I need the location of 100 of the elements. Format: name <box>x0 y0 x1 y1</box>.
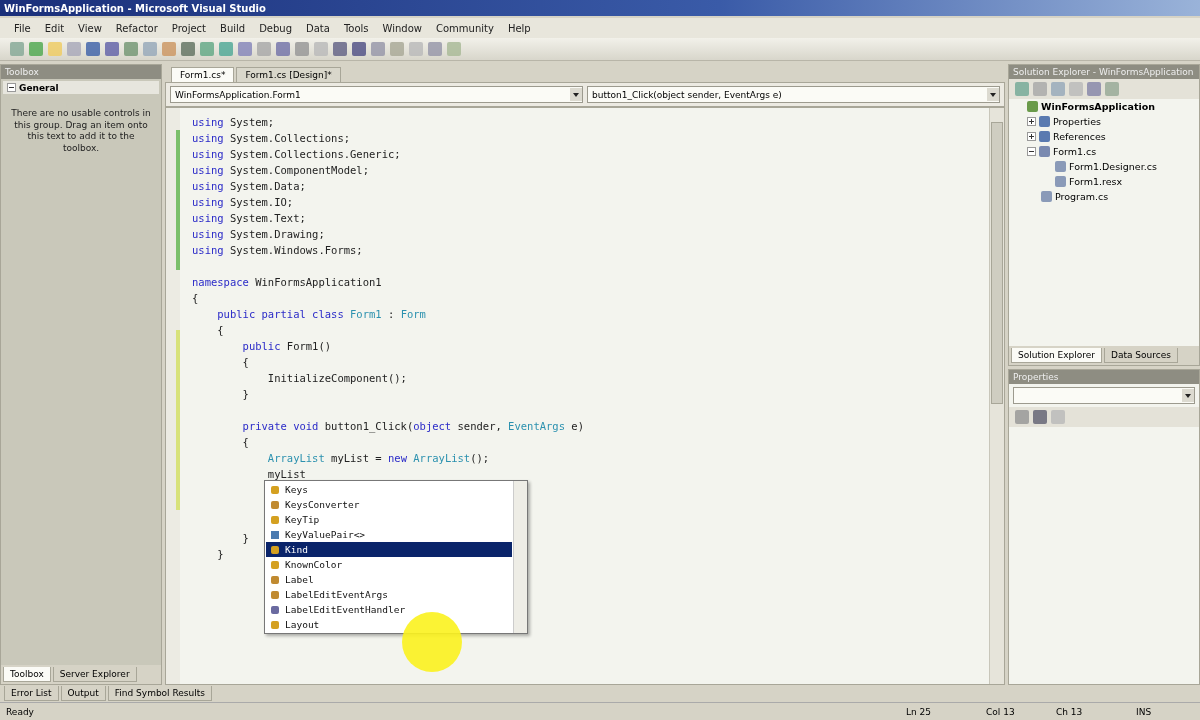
scrollbar[interactable] <box>989 108 1004 684</box>
tree-item[interactable]: Properties <box>1053 116 1101 127</box>
tree-item[interactable]: References <box>1053 131 1106 142</box>
toolbar-icon[interactable] <box>143 42 157 56</box>
panel-tab[interactable]: Server Explorer <box>52 667 137 682</box>
code-token: using <box>192 244 224 256</box>
toolbar-icon[interactable] <box>352 42 366 56</box>
code-token: ArrayList <box>412 452 471 464</box>
completion-item[interactable]: Label <box>266 572 512 587</box>
collapse-toggle-icon[interactable] <box>1027 147 1036 156</box>
toolbar-icon[interactable] <box>1015 410 1029 424</box>
menu-item[interactable]: Data <box>300 20 336 36</box>
toolbar-icon[interactable] <box>238 42 252 56</box>
tree-item[interactable]: Program.cs <box>1055 191 1109 202</box>
code-token: } <box>241 532 249 544</box>
completion-item[interactable]: LabelEditEventArgs <box>266 587 512 602</box>
scrollbar[interactable] <box>513 481 527 633</box>
menu-item[interactable]: Debug <box>253 20 298 36</box>
code-token: } <box>241 388 249 400</box>
output-tab[interactable]: Find Symbol Results <box>107 686 212 701</box>
menu-item[interactable]: Project <box>165 20 212 36</box>
completion-item[interactable]: Keys <box>266 482 512 497</box>
panel-tab[interactable]: Data Sources <box>1104 348 1178 363</box>
toolbar-icon[interactable] <box>48 42 62 56</box>
code-token: using <box>192 132 224 144</box>
toolbar-icon[interactable] <box>428 42 442 56</box>
menu-item[interactable]: Help <box>501 20 537 36</box>
completion-item[interactable]: KeyTip <box>266 512 512 527</box>
object-dropdown[interactable] <box>1013 387 1195 404</box>
toolbar-icon[interactable] <box>1087 82 1101 96</box>
toolbar-icon[interactable] <box>200 42 214 56</box>
toolbar-icon[interactable] <box>124 42 138 56</box>
completion-item[interactable]: KeyValuePair<> <box>266 527 512 542</box>
toolbar-icon[interactable] <box>1051 82 1065 96</box>
toolbar-icon[interactable] <box>219 42 233 56</box>
code-token: new <box>388 452 407 464</box>
completion-item[interactable]: KeysConverter <box>266 497 512 512</box>
output-tab[interactable]: Output <box>60 686 106 701</box>
code-editor[interactable] <box>165 107 1005 685</box>
tree-item[interactable]: WinFormsApplication <box>1041 101 1155 112</box>
toolbar-icon[interactable] <box>29 42 43 56</box>
toolbar-icon[interactable] <box>447 42 461 56</box>
enum-icon <box>269 544 281 555</box>
file-icon <box>1039 146 1050 157</box>
expand-toggle-icon[interactable] <box>1027 132 1036 141</box>
code-token: private void <box>241 420 319 432</box>
code-token: object <box>413 420 452 432</box>
completion-list[interactable]: Keys KeysConverter KeyTip KeyValuePair<> Kind KnownColor Label LabelEditEventArgs LabelEditEventHandler Layout <box>264 480 528 634</box>
completion-item[interactable]: Layout <box>266 617 512 632</box>
menu-item[interactable]: Build <box>214 20 252 36</box>
toolbar-icon[interactable] <box>86 42 100 56</box>
toolbar-icon[interactable] <box>105 42 119 56</box>
output-tab[interactable]: Error List <box>4 686 59 701</box>
toolbar-icon[interactable] <box>1105 82 1119 96</box>
panel-title: Toolbox <box>5 67 39 77</box>
type-dropdown[interactable]: WinFormsApplication.Form1 <box>170 86 583 103</box>
toolbar-icon[interactable] <box>162 42 176 56</box>
completion-item[interactable]: LabelEditEventHandler <box>266 602 512 617</box>
menu-item[interactable]: View <box>72 20 108 36</box>
toolbar-icon[interactable] <box>314 42 328 56</box>
toolbar-icon[interactable] <box>295 42 309 56</box>
code-token: { <box>241 356 249 368</box>
panel-tab[interactable]: Toolbox <box>3 667 51 682</box>
toolbar-icon[interactable] <box>1033 82 1047 96</box>
menu-item[interactable]: Refactor <box>109 20 164 36</box>
menu-item[interactable]: Tools <box>337 20 375 36</box>
completion-item[interactable]: KnownColor <box>266 557 512 572</box>
member-dropdown[interactable]: button1_Click(object sender, EventArgs e) <box>587 86 1000 103</box>
toolbar-icon[interactable] <box>1069 82 1083 96</box>
toolbar-icon[interactable] <box>10 42 24 56</box>
menu-item[interactable]: File <box>8 20 37 36</box>
toolbar-icon[interactable] <box>181 42 195 56</box>
code-token: WinFormsApplication1 <box>254 276 382 288</box>
toolbar-icon[interactable] <box>409 42 423 56</box>
tree-item[interactable]: Form1.Designer.cs <box>1069 161 1157 172</box>
document-tab[interactable]: Form1.cs* <box>171 67 235 82</box>
menu-item[interactable]: Edit <box>38 20 71 36</box>
toolbar-icon[interactable] <box>333 42 347 56</box>
toolbar-icon[interactable] <box>1015 82 1029 96</box>
toolbar-icon[interactable] <box>276 42 290 56</box>
code-token: Form1() <box>285 340 332 352</box>
toolbar-icon[interactable] <box>257 42 271 56</box>
code-token: System.ComponentModel; <box>228 164 369 176</box>
menu-item[interactable]: Community <box>430 20 500 36</box>
enum-icon <box>269 559 281 570</box>
panel-tab[interactable]: Solution Explorer <box>1011 348 1102 363</box>
toolbar-icon[interactable] <box>371 42 385 56</box>
completion-item[interactable]: Kind <box>266 542 512 557</box>
line-indicator: Ln 25 <box>906 706 933 717</box>
collapse-icon[interactable] <box>7 83 16 92</box>
toolbar-icon[interactable] <box>390 42 404 56</box>
document-tab[interactable]: Form1.cs [Design]* <box>236 67 341 82</box>
toolbar-icon[interactable] <box>1051 410 1065 424</box>
expand-toggle-icon[interactable] <box>1027 117 1036 126</box>
tree-item[interactable]: Form1.resx <box>1069 176 1123 187</box>
menu-item[interactable]: Window <box>376 20 428 36</box>
tree-item[interactable]: Form1.cs <box>1053 146 1097 157</box>
toolbar-icon[interactable] <box>67 42 81 56</box>
code-token: using <box>192 164 224 176</box>
toolbar-icon[interactable] <box>1033 410 1047 424</box>
